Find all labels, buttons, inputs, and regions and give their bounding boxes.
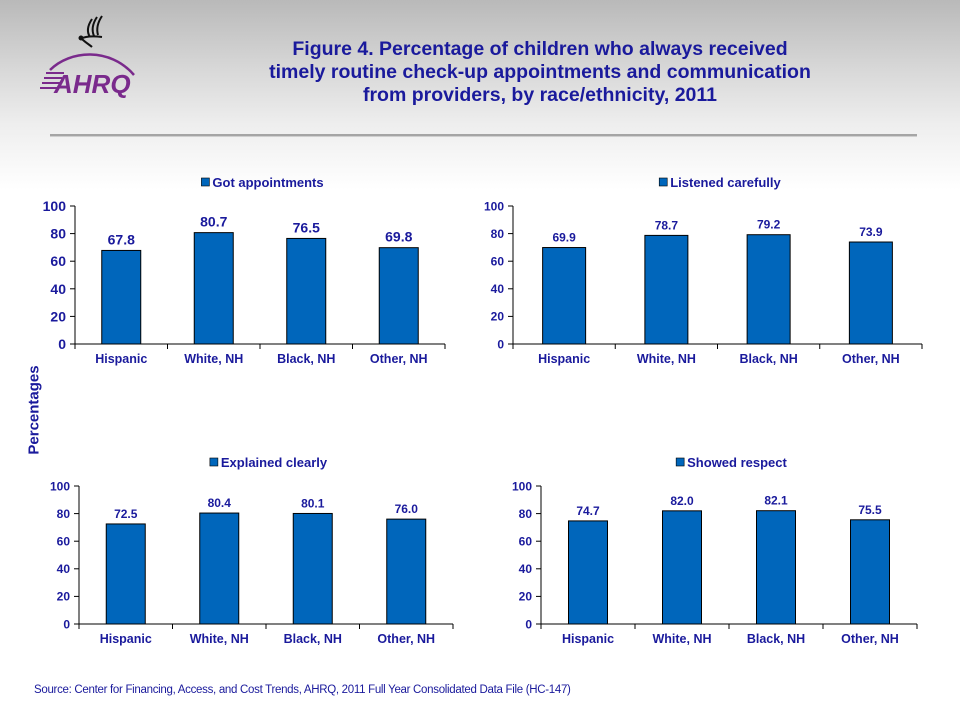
value-label: 82.0 xyxy=(670,494,694,508)
value-label: 74.7 xyxy=(576,504,600,518)
source-note: Source: Center for Financing, Access, an… xyxy=(34,684,571,696)
bar-black-nh xyxy=(756,510,796,625)
x-tick-label: Other, NH xyxy=(841,632,899,646)
x-tick-label: Black, NH xyxy=(747,632,805,646)
chart-panel-showed-respect: Showed respect 74.7 Hispanic 82.0 White, NH 8… xyxy=(512,455,918,646)
y-tick-label: 20 xyxy=(519,590,533,604)
value-label: 75.5 xyxy=(858,503,882,517)
bar-other-nh xyxy=(850,519,890,625)
bar-white-nh xyxy=(662,510,702,625)
y-tick-label: 60 xyxy=(519,535,533,549)
legend-swatch xyxy=(675,457,685,467)
y-tick-label: 40 xyxy=(519,562,533,576)
x-tick-label: Hispanic xyxy=(562,632,614,646)
bar-hispanic xyxy=(568,520,608,625)
y-tick-label: 100 xyxy=(512,479,532,493)
y-tick-label: 0 xyxy=(525,617,532,631)
y-tick-label: 80 xyxy=(519,507,533,521)
legend-label: Showed respect xyxy=(687,455,787,470)
value-label: 82.1 xyxy=(764,494,788,508)
x-tick-label: White, NH xyxy=(652,632,711,646)
